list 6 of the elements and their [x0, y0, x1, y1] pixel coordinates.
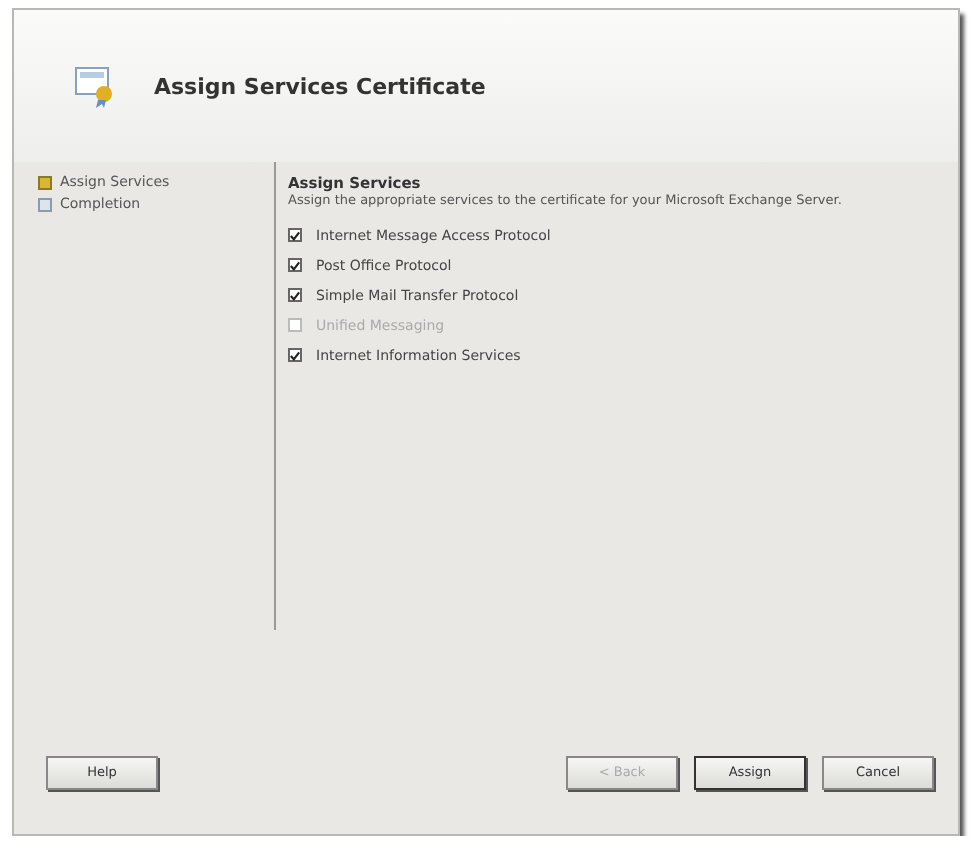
checkmark-icon	[290, 229, 300, 241]
checkmark-icon	[290, 289, 300, 301]
checkmark-icon	[290, 349, 300, 361]
window-title: Assign Services Certificate	[154, 73, 486, 99]
checkmark-icon	[290, 259, 300, 271]
certificate-icon	[74, 64, 118, 108]
